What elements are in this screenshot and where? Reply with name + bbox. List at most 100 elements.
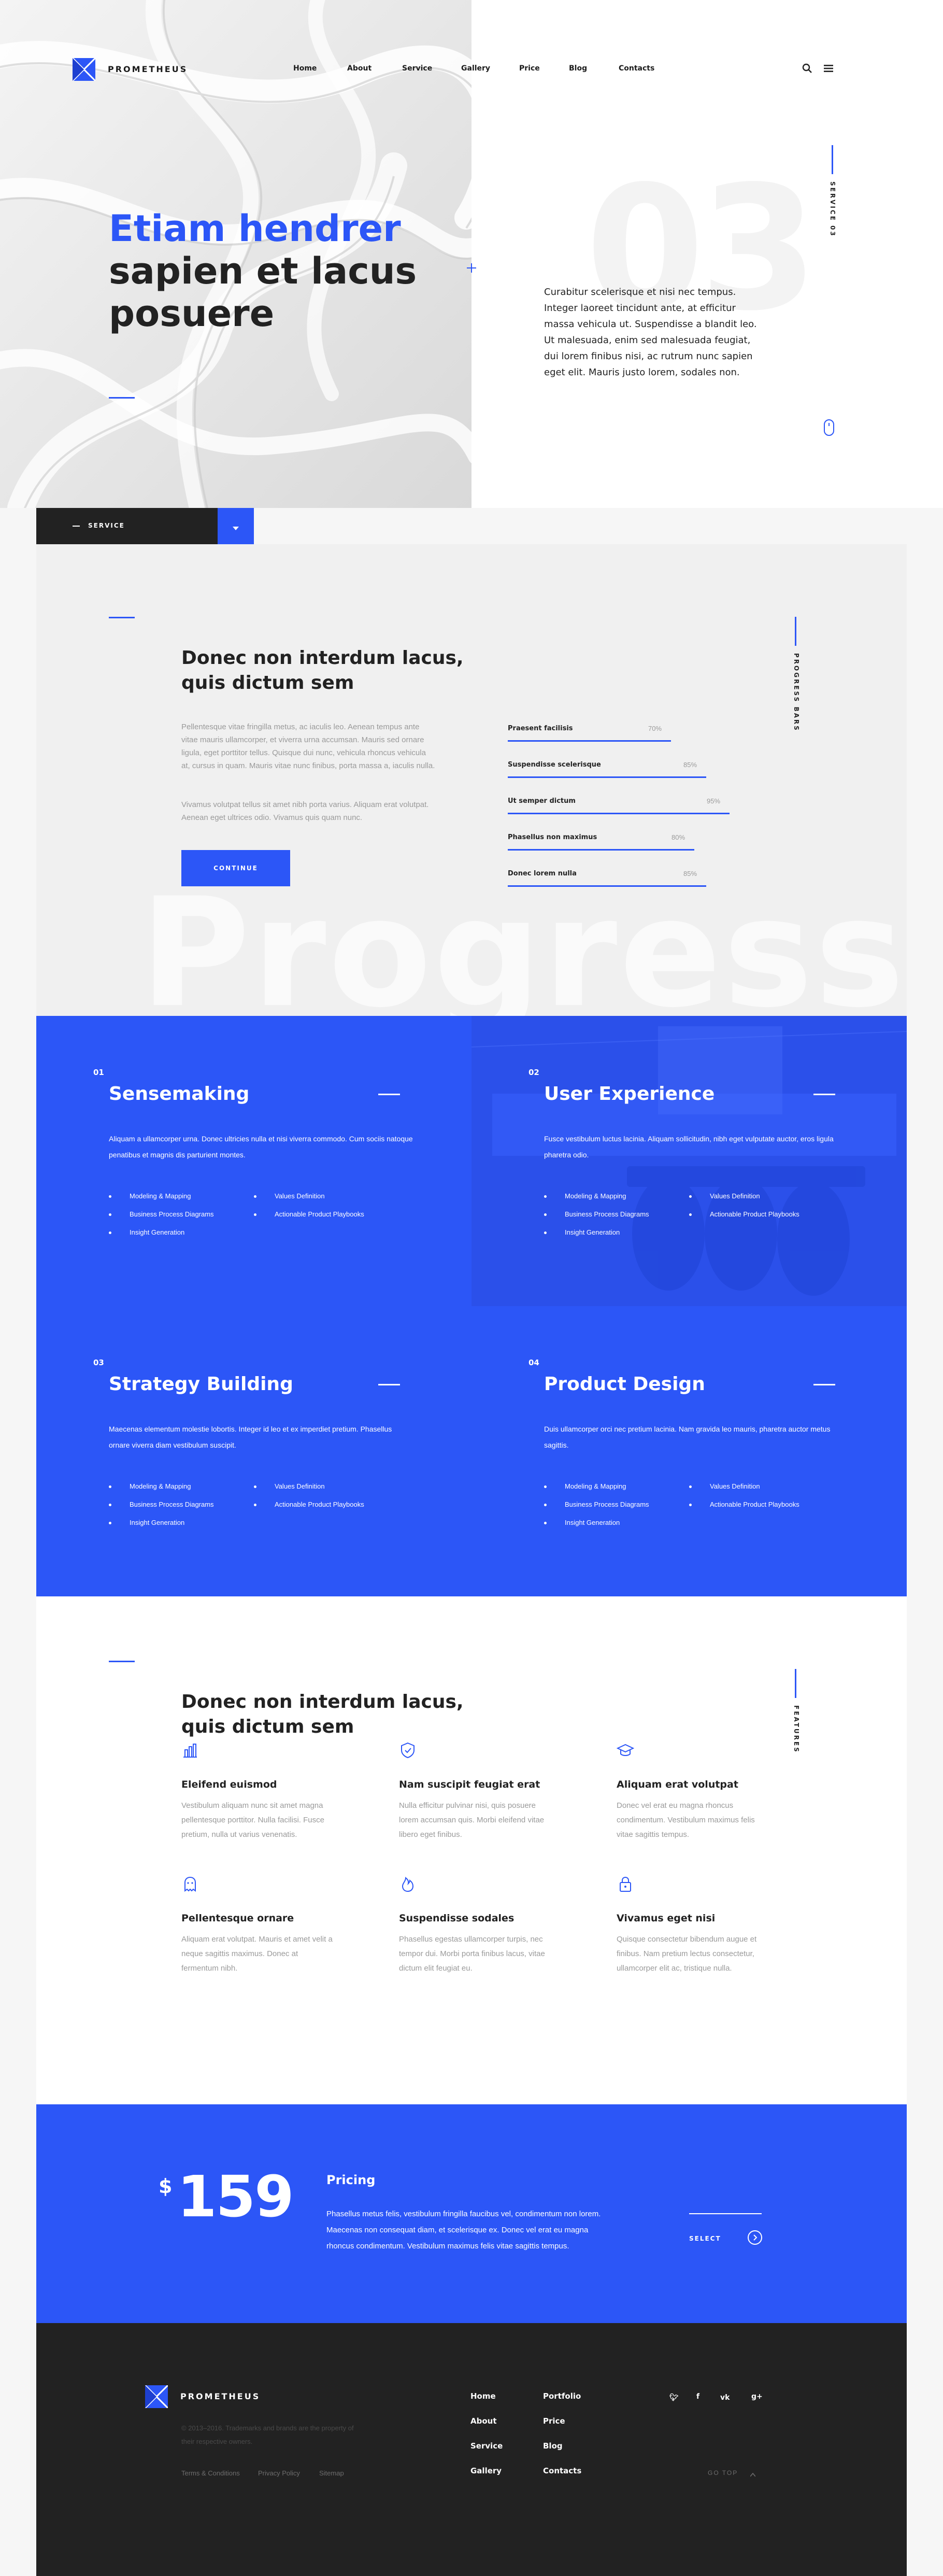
privacy-link[interactable]: Privacy Policy: [258, 2469, 300, 2477]
service-number: 03: [93, 1358, 104, 1367]
hero-accent-line: [109, 397, 135, 399]
service-vertical-label: SERVICE 03: [829, 181, 836, 237]
feature-title: Suspendisse sodales: [399, 1913, 515, 1924]
progress-bar-percent: 80%: [671, 833, 685, 841]
nav-service[interactable]: Service: [402, 64, 432, 73]
bullet-icon: [689, 1213, 692, 1216]
footer-link[interactable]: Price: [543, 2416, 565, 2426]
footer-link[interactable]: Service: [470, 2441, 503, 2451]
twitter-icon[interactable]: 🐦︎: [669, 2394, 679, 2402]
nav-home[interactable]: Home: [293, 64, 317, 73]
select-line: [689, 2213, 762, 2214]
service-list-item: Insight Generation: [130, 1228, 185, 1236]
bullet-icon: [689, 1504, 692, 1506]
graduation-cap-icon: [616, 1742, 635, 1759]
service-list-item: Modeling & Mapping: [130, 1192, 191, 1200]
service-bar[interactable]: SERVICE: [36, 508, 218, 544]
service-list-item: Modeling & Mapping: [565, 1192, 626, 1200]
progress-bar-fill: [508, 740, 671, 742]
service-description: Fusce vestibulum luctus lacinia. Aliquam…: [544, 1135, 834, 1159]
progress-watermark: Progress: [140, 866, 907, 1016]
service-list-item: Insight Generation: [565, 1228, 620, 1236]
go-top-button[interactable]: GO TOP: [708, 2469, 738, 2476]
service-list-item: Business Process Diagrams: [130, 1501, 214, 1508]
bullet-icon: [254, 1504, 256, 1506]
nav-contacts[interactable]: Contacts: [619, 64, 654, 73]
bullet-icon: [544, 1195, 547, 1198]
brand-name[interactable]: PROMETHEUS: [108, 64, 188, 74]
service-card: 02 User Experience Fusce vestibulum luctus…: [472, 1016, 907, 1306]
progress-section: Progress Donec non interdum lacus, quis …: [36, 544, 907, 1016]
footer-brand-name[interactable]: PROMETHEUS: [180, 2391, 260, 2401]
bullet-icon: [689, 1195, 692, 1198]
ghost-icon: [181, 1875, 199, 1893]
terms-link[interactable]: Terms & Conditions: [181, 2469, 240, 2477]
nav-blog[interactable]: Blog: [569, 64, 587, 73]
feature-description: Nulla efficitur pulvinar nisi, quis posu…: [399, 1801, 545, 1839]
footer-link[interactable]: Contacts: [543, 2466, 581, 2475]
vertical-accent-line: [832, 145, 833, 174]
search-icon[interactable]: [802, 63, 812, 74]
feature-description: Donec vel erat eu magna rhoncus condimen…: [617, 1801, 755, 1839]
footer-link[interactable]: Blog: [543, 2441, 563, 2451]
bullet-icon: [109, 1195, 111, 1198]
hero-paragraph: Curabitur scelerisque et nisi nec tempus…: [544, 287, 757, 378]
service-title: Sensemaking: [109, 1083, 250, 1105]
facebook-icon[interactable]: f: [696, 2393, 699, 2401]
service-list-item: Values Definition: [710, 1482, 760, 1490]
mouse-scroll-icon[interactable]: [823, 419, 835, 436]
footer-link[interactable]: About: [470, 2416, 497, 2426]
service-list-item: Modeling & Mapping: [130, 1482, 191, 1490]
menu-icon[interactable]: [824, 64, 833, 73]
feature-title: Nam suscipit feugiat erat: [399, 1779, 540, 1790]
service-list-item: Insight Generation: [565, 1519, 620, 1526]
bullet-icon: [254, 1213, 256, 1216]
service-list-item: Actionable Product Playbooks: [275, 1501, 364, 1508]
service-number: 04: [528, 1358, 539, 1367]
sitemap-link[interactable]: Sitemap: [319, 2469, 344, 2477]
logo-icon[interactable]: [73, 58, 95, 81]
continue-button[interactable]: CONTINUE: [181, 850, 290, 886]
progress-bar-percent: 70%: [648, 725, 662, 732]
bullet-icon: [544, 1522, 547, 1524]
service-list-item: Business Process Diagrams: [130, 1210, 214, 1218]
select-button[interactable]: SELECT: [689, 2235, 721, 2242]
feature-title: Pellentesque ornare: [181, 1913, 294, 1924]
progress-bar-fill: [508, 813, 730, 814]
bullet-icon: [109, 1232, 111, 1234]
bullet-icon: [689, 1485, 692, 1488]
bullet-icon: [544, 1213, 547, 1216]
footer-link[interactable]: Portfolio: [543, 2391, 581, 2401]
vk-icon[interactable]: vk: [720, 2394, 730, 2402]
features-title-line1: Donec non interdum lacus,: [181, 1691, 464, 1712]
plus-icon: [467, 263, 476, 273]
service-bar-toggle[interactable]: [218, 508, 254, 544]
hero-title-line3: posuere: [109, 292, 275, 335]
feature-title: Vivamus eget nisi: [617, 1913, 716, 1924]
feature-title: Aliquam erat volutpat: [617, 1779, 738, 1790]
footer-link[interactable]: Home: [470, 2391, 496, 2401]
footer: PROMETHEUS © 2013–2016. Trademarks and b…: [36, 2323, 907, 2576]
hero-title-line2: sapien et lacus: [109, 250, 417, 292]
service-dash: [813, 1094, 835, 1095]
bar-chart-icon: [181, 1742, 199, 1759]
dash-icon: [73, 526, 80, 527]
nav-price[interactable]: Price: [519, 64, 540, 73]
arrow-right-icon[interactable]: [747, 2230, 763, 2245]
footer-logo-icon[interactable]: [145, 2385, 168, 2408]
bullet-icon: [544, 1485, 547, 1488]
feature-description: Phasellus egestas ullamcorper turpis, ne…: [399, 1935, 545, 1973]
bullet-icon: [109, 1522, 111, 1524]
progress-bar-percent: 85%: [683, 761, 697, 769]
footer-copyright: © 2013–2016. Trademarks and brands are t…: [181, 2424, 354, 2445]
bullet-icon: [109, 1213, 111, 1216]
chevron-down-icon: [233, 524, 239, 530]
progress-bar-fill: [508, 885, 706, 887]
service-list-item: Business Process Diagrams: [565, 1210, 649, 1218]
service-card: 04 Product Design Duis ullamcorper orci ne…: [472, 1306, 907, 1596]
google-plus-icon[interactable]: g+: [751, 2393, 763, 2401]
nav-about[interactable]: About: [347, 64, 372, 73]
nav-gallery[interactable]: Gallery: [461, 64, 490, 73]
chevron-up-icon[interactable]: [750, 2470, 756, 2477]
footer-link[interactable]: Gallery: [470, 2466, 502, 2475]
